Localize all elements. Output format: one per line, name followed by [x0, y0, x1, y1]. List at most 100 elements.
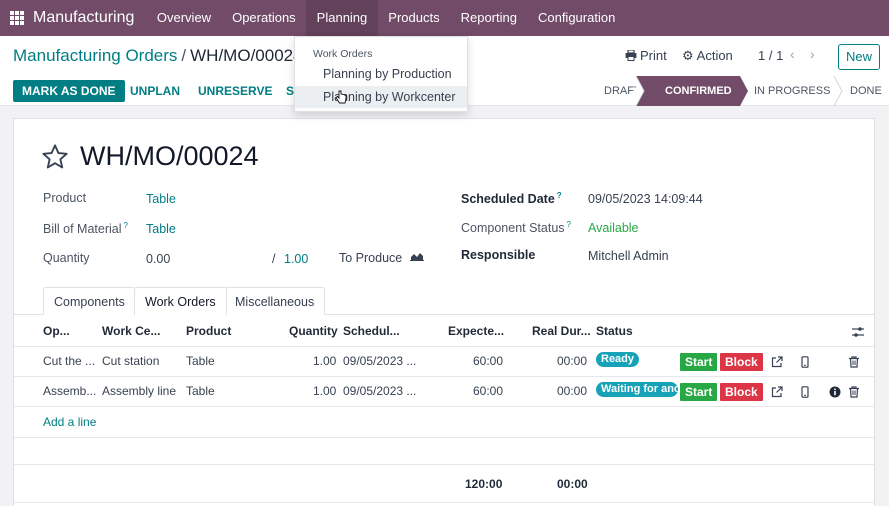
cell-operation: Cut the ...: [43, 354, 96, 368]
info-icon[interactable]: [829, 386, 841, 398]
col-status[interactable]: Status: [596, 324, 633, 338]
stage-done[interactable]: DONE: [850, 76, 889, 106]
action-label: Action: [696, 48, 733, 63]
quantity-label: Quantity: [43, 251, 90, 265]
responsible-field[interactable]: Mitchell Admin: [588, 249, 669, 263]
quantity-field[interactable]: 0.00: [146, 252, 170, 266]
cell-work-center: Assembly line: [102, 384, 177, 398]
planning-dropdown: Work Orders Planning by Production Plann…: [294, 36, 468, 112]
mark-as-done-button[interactable]: MARK AS DONE: [13, 80, 125, 102]
table-divider: [14, 346, 874, 347]
print-label: Print: [640, 48, 667, 63]
gear-icon: ⚙: [682, 48, 694, 63]
tab-miscellaneous[interactable]: Miscellaneous: [224, 287, 326, 315]
nav-configuration[interactable]: Configuration: [527, 0, 625, 36]
table-divider: [14, 437, 874, 438]
tab-work-orders[interactable]: Work Orders: [134, 287, 227, 315]
status-badge: Waiting for another WO: [596, 382, 678, 397]
menu-planning-by-production[interactable]: Planning by Production: [295, 63, 467, 85]
form-sheet: WH/MO/00024 Product Table Bill of Materi…: [13, 118, 875, 506]
chevron-left-icon[interactable]: ‹: [790, 46, 795, 62]
col-operation[interactable]: Op...: [43, 324, 70, 338]
breadcrumb-parent[interactable]: Manufacturing Orders: [13, 46, 177, 65]
external-link-icon[interactable]: [771, 356, 783, 368]
start-button[interactable]: Start: [680, 383, 718, 401]
component-label-text: Component Status: [461, 221, 565, 236]
print-button[interactable]: Print: [625, 48, 667, 63]
total-expected: 120:00: [465, 477, 503, 491]
trash-icon[interactable]: [848, 386, 860, 398]
pager-value[interactable]: 1 / 1: [758, 48, 783, 63]
apps-grid-icon[interactable]: [10, 11, 24, 25]
external-link-icon[interactable]: [771, 386, 783, 398]
status-badge: Ready: [596, 352, 640, 367]
nav-overview[interactable]: Overview: [146, 0, 221, 36]
action-button[interactable]: ⚙ Action: [682, 48, 733, 64]
start-button[interactable]: Start: [680, 353, 718, 371]
product-label: Product: [43, 191, 87, 205]
col-expected[interactable]: Expecte...: [448, 324, 504, 338]
tablet-icon[interactable]: [799, 356, 811, 368]
scheduled-label-text: Scheduled Date: [461, 192, 555, 207]
product-field[interactable]: Table: [146, 192, 176, 206]
block-button[interactable]: Block: [720, 353, 763, 371]
cell-scheduled: 09/05/2023 ...: [343, 354, 417, 368]
cell-real-duration: 00:00: [557, 384, 588, 398]
help-icon[interactable]: ?: [557, 191, 562, 200]
table-divider: [14, 376, 874, 377]
help-icon[interactable]: ?: [567, 220, 571, 229]
stage-divider: [636, 76, 646, 106]
table-divider: [14, 464, 874, 465]
col-scheduled[interactable]: Schedul...: [343, 324, 400, 338]
component-status-field: Available: [588, 221, 639, 235]
unreserve-button[interactable]: UNRESERVE: [198, 80, 272, 102]
cell-quantity: 1.00: [313, 354, 337, 368]
component-status-label: Component Status?: [461, 220, 571, 235]
stage-in-progress[interactable]: IN PROGRESS: [752, 76, 842, 106]
quantity-separator: /: [272, 252, 276, 266]
block-button[interactable]: Block: [720, 383, 763, 401]
nav-planning[interactable]: Planning: [306, 0, 378, 36]
trash-icon[interactable]: [848, 356, 860, 368]
sliders-icon[interactable]: [852, 326, 864, 338]
col-quantity[interactable]: Quantity: [289, 324, 338, 338]
cell-product: Table: [186, 384, 215, 398]
new-button[interactable]: New: [838, 44, 880, 70]
nav-operations[interactable]: Operations: [222, 0, 307, 36]
mo-title: WH/MO/00024: [80, 141, 259, 171]
scheduled-date-field[interactable]: 09/05/2023 14:09:44: [588, 192, 703, 206]
chevron-right-icon[interactable]: ›: [810, 46, 815, 62]
cell-work-center: Cut station: [102, 354, 160, 368]
nav-reporting[interactable]: Reporting: [450, 0, 527, 36]
partial-button[interactable]: S: [286, 80, 294, 102]
stage-divider: [740, 76, 748, 106]
add-line-link[interactable]: Add a line: [43, 415, 96, 429]
responsible-label: Responsible: [461, 248, 536, 262]
to-produce-label: To Produce: [339, 251, 403, 265]
cell-product: Table: [186, 354, 215, 368]
cell-scheduled: 09/05/2023 ...: [343, 384, 417, 398]
star-icon[interactable]: [41, 143, 69, 171]
menu-planning-by-workcenter[interactable]: Planning by Workcenter: [295, 86, 467, 108]
col-real-duration[interactable]: Real Dur...: [532, 324, 591, 338]
cell-operation: Assemb...: [43, 384, 97, 398]
stage-divider: [834, 76, 843, 106]
col-product[interactable]: Product: [186, 324, 231, 338]
table-divider: [14, 502, 874, 503]
unplan-button[interactable]: UNPLAN: [130, 80, 180, 102]
cell-expected: 60:00: [473, 384, 504, 398]
col-work-center[interactable]: Work Ce...: [102, 324, 160, 338]
help-icon[interactable]: ?: [124, 221, 128, 230]
area-chart-icon[interactable]: [410, 251, 424, 261]
bom-field[interactable]: Table: [146, 222, 176, 236]
app-title[interactable]: Manufacturing: [33, 9, 134, 27]
quantity-total-field[interactable]: 1.00: [284, 252, 308, 266]
cell-expected: 60:00: [473, 354, 504, 368]
top-navbar: Manufacturing Overview Operations Planni…: [0, 0, 889, 36]
nav-products[interactable]: Products: [378, 0, 450, 36]
breadcrumb: Manufacturing Orders / WH/MO/00024: [13, 46, 303, 66]
stage-confirmed[interactable]: CONFIRMED: [646, 76, 740, 106]
tab-components[interactable]: Components: [43, 287, 136, 315]
tablet-icon[interactable]: [799, 386, 811, 398]
scheduled-date-label: Scheduled Date?: [461, 191, 562, 206]
